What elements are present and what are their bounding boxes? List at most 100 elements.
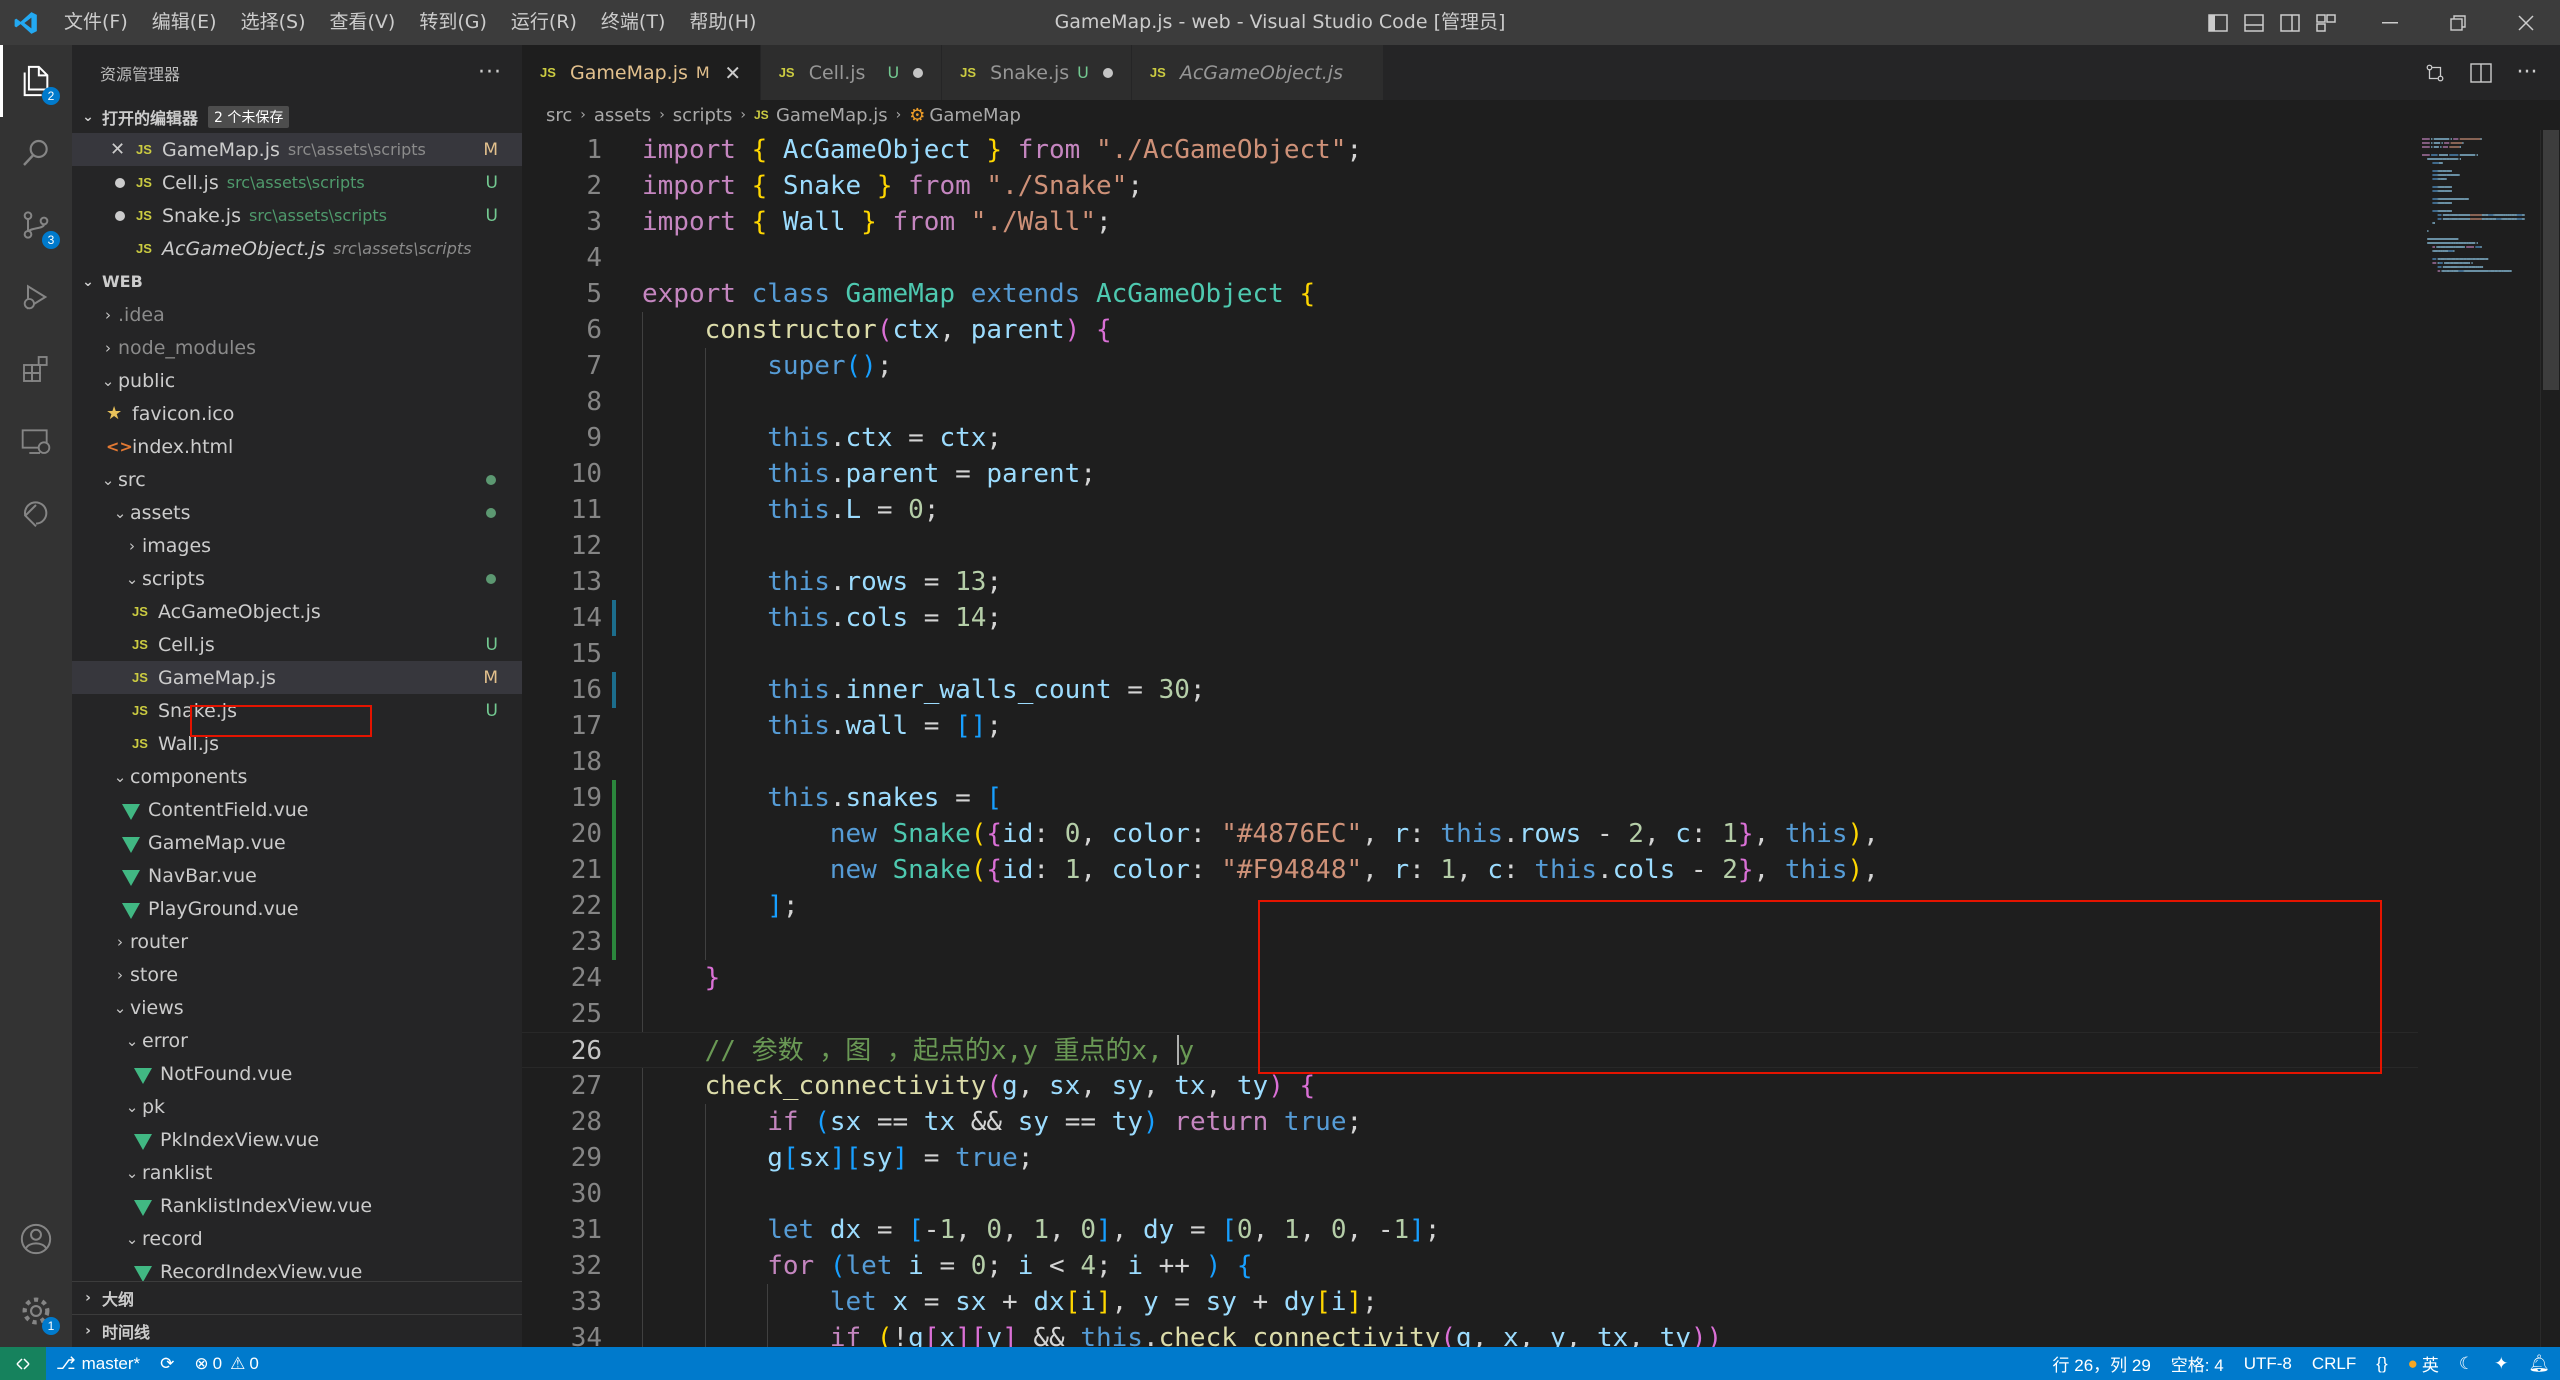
toggle-secondary-sidebar-icon[interactable] <box>2272 0 2308 45</box>
tree-folder[interactable]: ⌄ scripts <box>72 562 522 595</box>
menu-run[interactable]: 运行(R) <box>499 0 589 45</box>
code-line[interactable]: 23 <box>522 924 2418 960</box>
code-line[interactable]: 32 for (let i = 0; i < 4; i ++ ) { <box>522 1248 2418 1284</box>
run-debug-icon[interactable] <box>0 261 72 333</box>
restore-icon[interactable] <box>2424 0 2492 45</box>
code-line[interactable]: 34 if (!g[x][y] && this.check_connectivi… <box>522 1320 2418 1347</box>
tree-file[interactable]: PlayGround.vue <box>72 892 522 925</box>
tree-folder[interactable]: › node_modules <box>72 331 522 364</box>
tab-gamemap[interactable]: JS GameMap.js M ✕ <box>522 45 761 100</box>
unsaved-dot-icon[interactable] <box>1102 67 1113 78</box>
tree-file[interactable]: ContentField.vue <box>72 793 522 826</box>
toggle-panel-icon[interactable] <box>2236 0 2272 45</box>
code-line[interactable]: 25 <box>522 996 2418 1032</box>
menu-file[interactable]: 文件(F) <box>52 0 140 45</box>
code-line[interactable]: 11 this.L = 0; <box>522 492 2418 528</box>
ime-indicator[interactable]: ● 英 <box>2398 1347 2449 1380</box>
accounts-icon[interactable] <box>0 1203 72 1275</box>
breadcrumb-item[interactable]: GameMap.js <box>776 105 888 126</box>
close-icon[interactable] <box>2492 0 2560 45</box>
unsaved-dot-icon[interactable] <box>913 67 924 78</box>
code-line[interactable]: 29 g[sx][sy] = true; <box>522 1140 2418 1176</box>
remote-explorer-icon[interactable] <box>0 405 72 477</box>
menu-selection[interactable]: 选择(S) <box>229 0 318 45</box>
editor-scrollbar[interactable] <box>2540 130 2560 1347</box>
tree-file[interactable]: <> index.html <box>72 430 522 463</box>
tree-file-selected[interactable]: JS GameMap.js M <box>72 661 522 694</box>
toggle-sidebar-icon[interactable] <box>2200 0 2236 45</box>
language-mode[interactable]: {} <box>2366 1347 2397 1380</box>
code-line[interactable]: 31 let dx = [-1, 0, 1, 0], dy = [0, 1, 0… <box>522 1212 2418 1248</box>
close-icon[interactable]: ✕ <box>110 139 136 160</box>
timeline-section[interactable]: › 时间线 <box>72 1314 522 1347</box>
tree-file[interactable]: ★ favicon.ico <box>72 397 522 430</box>
open-editors-section[interactable]: ⌄ 打开的编辑器 2 个未保存 <box>72 100 522 133</box>
tree-folder[interactable]: ⌄ pk <box>72 1090 522 1123</box>
code-line[interactable]: 4 <box>522 240 2418 276</box>
notifications-icon[interactable]: 🔔︎ <box>2518 1347 2560 1380</box>
code-line[interactable]: 9 this.ctx = ctx; <box>522 420 2418 456</box>
tree-folder[interactable]: ⌄ public <box>72 364 522 397</box>
moon-icon[interactable]: ☾ <box>2449 1347 2484 1380</box>
code-line[interactable]: 10 this.parent = parent; <box>522 456 2418 492</box>
tree-folder[interactable]: ⌄ record <box>72 1222 522 1255</box>
code-line[interactable]: 21 new Snake({id: 1, color: "#F94848", r… <box>522 852 2418 888</box>
minimize-icon[interactable] <box>2356 0 2424 45</box>
open-editor-item[interactable]: ✕ JS GameMap.js src\assets\scripts M <box>72 133 522 166</box>
breadcrumb-item[interactable]: scripts <box>673 105 733 126</box>
tree-file[interactable]: PkIndexView.vue <box>72 1123 522 1156</box>
tree-folder[interactable]: ⌄ error <box>72 1024 522 1057</box>
menu-go[interactable]: 转到(G) <box>407 0 499 45</box>
remote-indicator-icon[interactable] <box>0 1347 46 1380</box>
code-line[interactable]: 2 import { Snake } from "./Snake"; <box>522 168 2418 204</box>
more-actions-icon[interactable]: ··· <box>2504 45 2550 100</box>
tree-folder[interactable]: › .idea <box>72 298 522 331</box>
source-control-icon[interactable]: 3 <box>0 189 72 261</box>
explorer-icon[interactable]: 2 <box>0 45 72 117</box>
code-line[interactable]: 22 ]; <box>522 888 2418 924</box>
code-line[interactable]: 6 constructor(ctx, parent) { <box>522 312 2418 348</box>
tree-file[interactable]: NavBar.vue <box>72 859 522 892</box>
encoding[interactable]: UTF-8 <box>2234 1347 2302 1380</box>
tree-folder[interactable]: ⌄ assets <box>72 496 522 529</box>
code-line[interactable]: 30 <box>522 1176 2418 1212</box>
code-line[interactable]: 26 // 参数 ，图 ，起点的x,y 重点的x, y <box>522 1032 2418 1068</box>
tree-folder[interactable]: ⌄ ranklist <box>72 1156 522 1189</box>
code-line[interactable]: 16 this.inner_walls_count = 30; <box>522 672 2418 708</box>
code-line[interactable]: 18 <box>522 744 2418 780</box>
tree-file[interactable]: GameMap.vue <box>72 826 522 859</box>
tree-file[interactable]: JS Cell.js U <box>72 628 522 661</box>
workspace-section[interactable]: ⌄ WEB <box>72 265 522 298</box>
feedback-icon[interactable]: ✦ <box>2484 1347 2518 1380</box>
code-line[interactable]: 14 this.cols = 14; <box>522 600 2418 636</box>
tree-folder[interactable]: ⌄ src <box>72 463 522 496</box>
menu-terminal[interactable]: 终端(T) <box>589 0 677 45</box>
code-line[interactable]: 27 check_connectivity(g, sx, sy, tx, ty)… <box>522 1068 2418 1104</box>
code-line[interactable]: 15 <box>522 636 2418 672</box>
tree-file[interactable]: JS Snake.js U <box>72 694 522 727</box>
open-editor-item[interactable]: JS AcGameObject.js src\assets\scripts <box>72 232 522 265</box>
tree-file[interactable]: NotFound.vue <box>72 1057 522 1090</box>
breadcrumb-item[interactable]: GameMap <box>929 105 1021 126</box>
timeline-history-icon[interactable] <box>0 477 72 549</box>
manage-gear-icon[interactable]: 1 <box>0 1275 72 1347</box>
indentation[interactable]: 空格: 4 <box>2161 1347 2234 1380</box>
customize-layout-icon[interactable] <box>2308 0 2344 45</box>
tab-cell[interactable]: JS Cell.js U <box>760 45 943 100</box>
code-line[interactable]: 8 <box>522 384 2418 420</box>
code-line[interactable]: 28 if (sx == tx && sy == ty) return true… <box>522 1104 2418 1140</box>
code-editor[interactable]: 1 import { AcGameObject } from "./AcGameO… <box>522 130 2418 1347</box>
problems-status[interactable]: ⊗ 0 ⚠ 0 <box>184 1347 268 1380</box>
end-of-line[interactable]: CRLF <box>2302 1347 2366 1380</box>
tab-snake[interactable]: JS Snake.js U <box>942 45 1132 100</box>
tab-acgameobject[interactable]: JS AcGameObject.js <box>1131 45 1384 100</box>
extensions-icon[interactable] <box>0 333 72 405</box>
tree-file[interactable]: RanklistIndexView.vue <box>72 1189 522 1222</box>
code-line[interactable]: 24 } <box>522 960 2418 996</box>
breadcrumb-item[interactable]: src <box>546 105 572 126</box>
code-line[interactable]: 1 import { AcGameObject } from "./AcGameO… <box>522 132 2418 168</box>
breadcrumb-item[interactable]: assets <box>594 105 651 126</box>
code-line[interactable]: 19 this.snakes = [ <box>522 780 2418 816</box>
minimap[interactable] <box>2418 130 2538 1347</box>
code-line[interactable]: 20 new Snake({id: 0, color: "#4876EC", r… <box>522 816 2418 852</box>
